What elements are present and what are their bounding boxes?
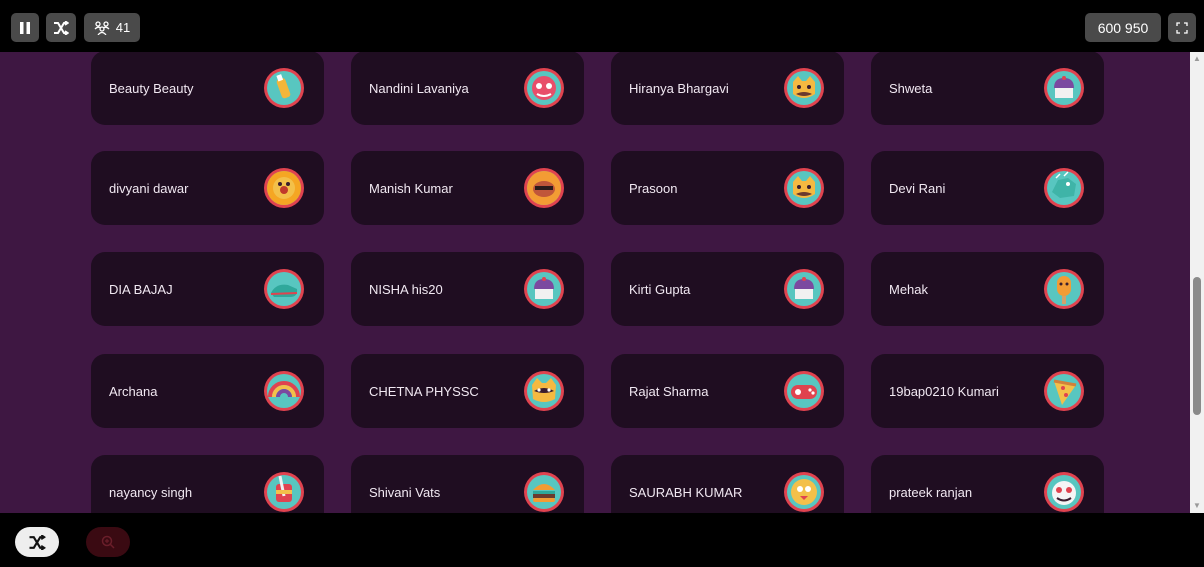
shuffle-icon bbox=[54, 20, 69, 35]
player-name: divyani dawar bbox=[109, 180, 189, 196]
scrollbar-thumb[interactable] bbox=[1193, 277, 1201, 415]
gamepad-avatar-icon bbox=[782, 369, 826, 413]
sneaker-avatar-icon bbox=[262, 267, 306, 311]
donut-avatar-icon bbox=[262, 166, 306, 210]
dino-avatar-icon bbox=[1042, 166, 1086, 210]
monster-avatar-icon bbox=[522, 66, 566, 110]
player-name: Manish Kumar bbox=[369, 180, 453, 196]
player-card[interactable]: Prasoon bbox=[611, 151, 844, 225]
player-name: Hiranya Bhargavi bbox=[629, 80, 729, 96]
shuffle-icon bbox=[29, 534, 46, 550]
player-name: Mehak bbox=[889, 281, 929, 297]
player-name: NISHA his20 bbox=[369, 281, 443, 297]
shuffle-button[interactable] bbox=[46, 13, 76, 42]
player-name: Devi Rani bbox=[889, 180, 946, 196]
player-card[interactable]: prateek ranjan bbox=[871, 455, 1104, 513]
player-card[interactable]: divyani dawar bbox=[91, 151, 324, 225]
fullscreen-button[interactable] bbox=[1168, 13, 1196, 42]
bottom-toolbar bbox=[0, 513, 1204, 567]
player-name: nayancy singh bbox=[109, 484, 193, 500]
scroll-down-arrow-icon[interactable]: ▼ bbox=[1193, 502, 1201, 510]
player-name: Rajat Sharma bbox=[629, 383, 709, 399]
zoom-in-icon bbox=[101, 535, 115, 549]
player-name: 19bap0210 Kumari bbox=[889, 383, 999, 399]
player-name: Archana bbox=[109, 383, 158, 399]
cat-avatar-icon bbox=[782, 166, 826, 210]
player-card[interactable]: Rajat Sharma bbox=[611, 354, 844, 428]
player-card[interactable]: Kirti Gupta bbox=[611, 252, 844, 326]
player-name: CHETNA PHYSSC bbox=[369, 383, 479, 399]
player-card[interactable]: Hiranya Bhargavi bbox=[611, 52, 844, 125]
player-name: Prasoon bbox=[629, 180, 678, 196]
fullscreen-icon bbox=[1176, 21, 1188, 34]
bird-avatar-icon bbox=[782, 470, 826, 513]
player-card[interactable]: Manish Kumar bbox=[351, 151, 584, 225]
player-card[interactable]: NISHA his20 bbox=[351, 252, 584, 326]
scroll-up-arrow-icon[interactable]: ▲ bbox=[1193, 55, 1201, 63]
cupcake-avatar-icon bbox=[1042, 66, 1086, 110]
blob-avatar-icon bbox=[1042, 470, 1086, 513]
popsicle-avatar-icon bbox=[1042, 267, 1086, 311]
player-name: DIA BAJAJ bbox=[109, 281, 173, 297]
score-value: 600 950 bbox=[1097, 19, 1149, 36]
knight-avatar-icon bbox=[262, 470, 306, 513]
pause-icon bbox=[20, 21, 30, 34]
player-card[interactable]: Shivani Vats bbox=[351, 455, 584, 513]
player-card[interactable]: Devi Rani bbox=[871, 151, 1104, 225]
burger-avatar-icon bbox=[522, 470, 566, 513]
players-grid: Beauty Beauty Nandini Lavaniya Hiranya Bha… bbox=[0, 52, 1190, 513]
player-card[interactable]: nayancy singh bbox=[91, 455, 324, 513]
score-display: 600 950 bbox=[1085, 13, 1161, 42]
top-toolbar: 41 600 950 bbox=[0, 0, 1204, 52]
sloth-avatar-icon bbox=[522, 166, 566, 210]
pizza-avatar-icon bbox=[1042, 369, 1086, 413]
vertical-scrollbar[interactable]: ▲ ▼ bbox=[1190, 52, 1204, 513]
player-card[interactable]: Beauty Beauty bbox=[91, 52, 324, 125]
player-name: Kirti Gupta bbox=[629, 281, 691, 297]
player-card[interactable]: DIA BAJAJ bbox=[91, 252, 324, 326]
rainbow-avatar-icon bbox=[262, 369, 306, 413]
pause-button[interactable] bbox=[11, 13, 39, 42]
player-name: Shweta bbox=[889, 80, 933, 96]
raccoon-avatar-icon bbox=[522, 369, 566, 413]
player-card[interactable]: Archana bbox=[91, 354, 324, 428]
zoom-button[interactable] bbox=[86, 527, 130, 557]
player-card[interactable]: Shweta bbox=[871, 52, 1104, 125]
players-icon bbox=[94, 20, 110, 35]
players-grid-area: Beauty Beauty Nandini Lavaniya Hiranya Bha… bbox=[0, 52, 1204, 513]
bottle-avatar-icon bbox=[262, 66, 306, 110]
cat-avatar-icon bbox=[782, 66, 826, 110]
player-name: Nandini Lavaniya bbox=[369, 80, 469, 96]
player-name: Shivani Vats bbox=[369, 484, 441, 500]
player-card[interactable]: Nandini Lavaniya bbox=[351, 52, 584, 125]
player-name: Beauty Beauty bbox=[109, 80, 194, 96]
player-card[interactable]: 19bap0210 Kumari bbox=[871, 354, 1104, 428]
player-name: SAURABH KUMAR bbox=[629, 484, 743, 500]
player-card[interactable]: Mehak bbox=[871, 252, 1104, 326]
player-card[interactable]: SAURABH KUMAR bbox=[611, 455, 844, 513]
player-card[interactable]: CHETNA PHYSSC bbox=[351, 354, 584, 428]
bottom-shuffle-button[interactable] bbox=[15, 527, 59, 557]
players-count: 41 bbox=[115, 20, 131, 35]
player-name: prateek ranjan bbox=[889, 484, 973, 500]
cupcake-avatar-icon bbox=[522, 267, 566, 311]
cupcake-avatar-icon bbox=[782, 267, 826, 311]
players-count-button[interactable]: 41 bbox=[84, 13, 140, 42]
